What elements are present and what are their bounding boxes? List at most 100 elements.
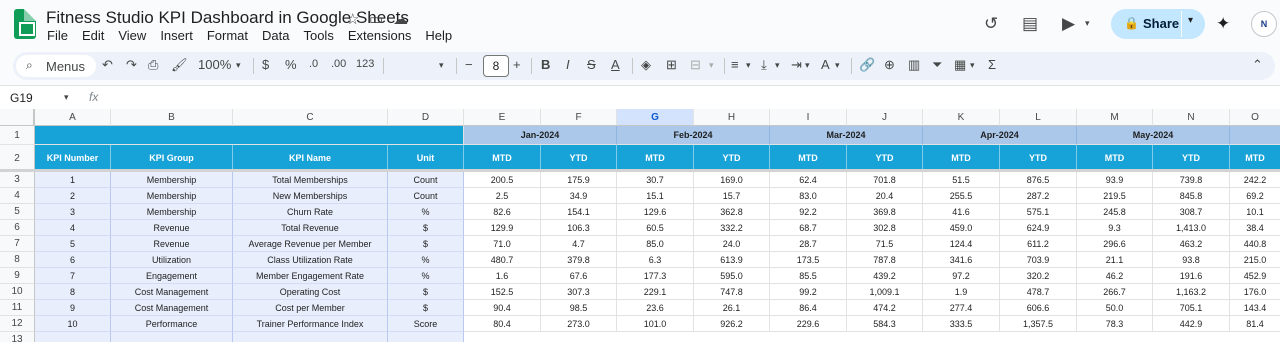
- value-cell[interactable]: 701.8: [847, 172, 923, 188]
- kpi-number-cell[interactable]: 5: [35, 236, 111, 252]
- value-cell[interactable]: 80.4: [464, 316, 541, 332]
- value-cell[interactable]: 341.6: [923, 252, 1000, 268]
- font-size-increase-button[interactable]: +: [513, 57, 521, 72]
- value-cell[interactable]: 4.7: [541, 236, 617, 252]
- value-cell[interactable]: 175.9: [541, 172, 617, 188]
- value-cell[interactable]: 320.2: [1000, 268, 1077, 284]
- value-cell[interactable]: 85.0: [617, 236, 694, 252]
- value-cell[interactable]: 101.0: [617, 316, 694, 332]
- value-cell[interactable]: 613.9: [694, 252, 770, 268]
- value-cell[interactable]: 191.6: [1153, 268, 1230, 284]
- value-cell[interactable]: 169.0: [694, 172, 770, 188]
- value-cell[interactable]: 83.0: [770, 188, 847, 204]
- value-cell[interactable]: 129.6: [617, 204, 694, 220]
- empty-cell[interactable]: [35, 332, 111, 342]
- value-cell[interactable]: 62.4: [770, 172, 847, 188]
- kpi-name-cell[interactable]: Member Engagement Rate: [233, 268, 388, 284]
- value-cell[interactable]: 143.4: [1230, 300, 1280, 316]
- column-header-m[interactable]: M: [1077, 109, 1153, 126]
- kpi-group-cell[interactable]: Membership: [111, 188, 233, 204]
- value-cell[interactable]: 739.8: [1153, 172, 1230, 188]
- value-cell[interactable]: 85.5: [770, 268, 847, 284]
- column-header-b[interactable]: B: [111, 109, 233, 126]
- version-history-icon[interactable]: ↺: [984, 14, 998, 34]
- value-cell[interactable]: 98.5: [541, 300, 617, 316]
- period-title[interactable]: YTD: [541, 145, 617, 172]
- menu-file[interactable]: File: [40, 28, 75, 43]
- name-box[interactable]: G19: [10, 91, 33, 105]
- period-title[interactable]: MTD: [923, 145, 1000, 172]
- number-format-button[interactable]: 123: [356, 58, 374, 70]
- italic-icon[interactable]: I: [566, 57, 570, 72]
- kpi-name-cell[interactable]: Class Utilization Rate: [233, 252, 388, 268]
- kpi-name-cell[interactable]: Operating Cost: [233, 284, 388, 300]
- collapse-toolbar-icon[interactable]: ⌃: [1252, 57, 1263, 73]
- row-header-12[interactable]: 12: [0, 316, 35, 332]
- kpi-number-cell[interactable]: 8: [35, 284, 111, 300]
- column-header-d[interactable]: D: [388, 109, 464, 126]
- value-cell[interactable]: 606.6: [1000, 300, 1077, 316]
- print-icon[interactable]: ⎙: [148, 57, 158, 73]
- month-header[interactable]: Jan-2024: [464, 126, 617, 145]
- kpi-group-cell[interactable]: Revenue: [111, 236, 233, 252]
- row-header-10[interactable]: 10: [0, 284, 35, 300]
- insert-link-icon[interactable]: 🔗: [859, 57, 875, 73]
- filter-views-icon[interactable]: ▦: [954, 57, 966, 73]
- value-cell[interactable]: 92.2: [770, 204, 847, 220]
- value-cell[interactable]: 845.8: [1153, 188, 1230, 204]
- value-cell[interactable]: 332.2: [694, 220, 770, 236]
- kpi-name-cell[interactable]: Cost per Member: [233, 300, 388, 316]
- value-cell[interactable]: 747.8: [694, 284, 770, 300]
- bold-icon[interactable]: B: [541, 57, 550, 72]
- column-title[interactable]: KPI Group: [111, 145, 233, 172]
- unit-cell[interactable]: $: [388, 284, 464, 300]
- value-cell[interactable]: 23.6: [617, 300, 694, 316]
- value-cell[interactable]: 176.0: [1230, 284, 1280, 300]
- value-cell[interactable]: 463.2: [1153, 236, 1230, 252]
- column-title[interactable]: KPI Number: [35, 145, 111, 172]
- kpi-number-cell[interactable]: 1: [35, 172, 111, 188]
- value-cell[interactable]: 287.2: [1000, 188, 1077, 204]
- value-cell[interactable]: 38.4: [1230, 220, 1280, 236]
- value-cell[interactable]: 584.3: [847, 316, 923, 332]
- value-cell[interactable]: 379.8: [541, 252, 617, 268]
- filter-icon[interactable]: ⏷: [932, 57, 942, 73]
- kpi-group-cell[interactable]: Performance: [111, 316, 233, 332]
- borders-icon[interactable]: ⊞: [666, 57, 677, 73]
- row-header-8[interactable]: 8: [0, 252, 35, 268]
- menu-format[interactable]: Format: [200, 28, 255, 43]
- share-caret-icon[interactable]: ▾: [1188, 15, 1193, 26]
- column-header-j[interactable]: J: [847, 109, 923, 126]
- menu-view[interactable]: View: [111, 28, 153, 43]
- kpi-group-cell[interactable]: Engagement: [111, 268, 233, 284]
- value-cell[interactable]: 705.1: [1153, 300, 1230, 316]
- decrease-decimal-button[interactable]: .0: [309, 58, 318, 70]
- comments-icon[interactable]: ▤: [1022, 14, 1038, 34]
- merge-caret-icon[interactable]: ▾: [709, 60, 714, 71]
- percent-button[interactable]: %: [285, 57, 297, 72]
- column-header-e[interactable]: E: [464, 109, 541, 126]
- kpi-name-cell[interactable]: Churn Rate: [233, 204, 388, 220]
- value-cell[interactable]: 308.7: [1153, 204, 1230, 220]
- header-banner[interactable]: [35, 126, 464, 145]
- value-cell[interactable]: 1,163.2: [1153, 284, 1230, 300]
- value-cell[interactable]: 28.7: [770, 236, 847, 252]
- font-size-decrease-button[interactable]: −: [465, 57, 473, 72]
- value-cell[interactable]: 15.1: [617, 188, 694, 204]
- row-header-9[interactable]: 9: [0, 268, 35, 284]
- value-cell[interactable]: 703.9: [1000, 252, 1077, 268]
- unit-cell[interactable]: Count: [388, 172, 464, 188]
- kpi-number-cell[interactable]: 7: [35, 268, 111, 284]
- value-cell[interactable]: 245.8: [1077, 204, 1153, 220]
- font-family-caret-icon[interactable]: ▾: [439, 60, 444, 71]
- period-title[interactable]: MTD: [1077, 145, 1153, 172]
- kpi-number-cell[interactable]: 2: [35, 188, 111, 204]
- month-header[interactable]: [1230, 126, 1280, 145]
- month-header[interactable]: Feb-2024: [617, 126, 770, 145]
- kpi-number-cell[interactable]: 10: [35, 316, 111, 332]
- value-cell[interactable]: 46.2: [1077, 268, 1153, 284]
- paint-format-icon[interactable]: 🖌: [171, 57, 188, 73]
- value-cell[interactable]: 93.8: [1153, 252, 1230, 268]
- column-title[interactable]: Unit: [388, 145, 464, 172]
- unit-cell[interactable]: Score: [388, 316, 464, 332]
